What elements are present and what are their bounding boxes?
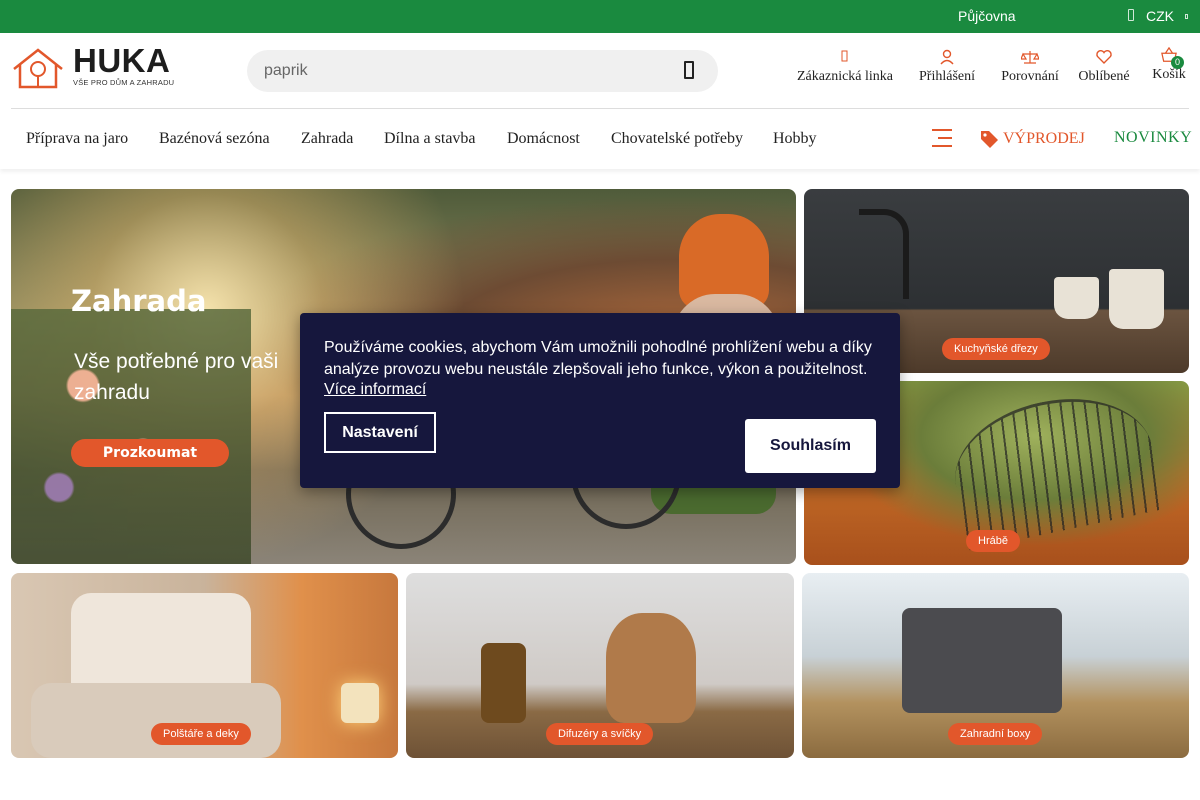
customer-support[interactable]: Zákaznická linka: [797, 49, 893, 85]
diffuser-bottle-image: [481, 643, 526, 723]
cart-count-badge: 0: [1171, 56, 1184, 69]
cookie-message: Používáme cookies, abychom Vám umožnili …: [324, 339, 872, 378]
currency-icon: [1128, 9, 1134, 21]
nav-item-household[interactable]: Domácnost: [507, 130, 580, 148]
favorites-label: Oblíbené: [1078, 69, 1130, 84]
nav-item-hobby[interactable]: Hobby: [773, 130, 817, 148]
tile-label-pillows: Polštáře a deky: [151, 723, 251, 745]
user-icon: [940, 49, 954, 65]
tile-label-sinks: Kuchyňské dřezy: [942, 338, 1050, 360]
login-label: Přihlášení: [919, 69, 975, 84]
cookie-more-info-link[interactable]: Více informací: [324, 381, 426, 399]
chevron-down-icon[interactable]: [1185, 14, 1188, 19]
tag-icon: [981, 131, 998, 148]
nav-item-spring[interactable]: Příprava na jaro: [26, 130, 128, 148]
nav-item-pool[interactable]: Bazénová sezóna: [159, 130, 270, 148]
tile-pillows[interactable]: Polštáře a deky: [11, 573, 398, 758]
tile-garden-boxes[interactable]: Zahradní boxy: [802, 573, 1189, 758]
heart-icon: [1096, 50, 1112, 64]
cookie-consent-dialog: Používáme cookies, abychom Vám umožnili …: [300, 313, 900, 488]
nav-item-pets[interactable]: Chovatelské potřeby: [611, 130, 743, 148]
tile-label-boxes: Zahradní boxy: [948, 723, 1043, 745]
explore-button[interactable]: Prozkoumat: [71, 439, 229, 467]
brand-tagline: VŠE PRO DŮM A ZAHRADU: [73, 78, 175, 87]
scales-icon: [1021, 51, 1039, 64]
search-bar: [247, 50, 718, 92]
tile-label-rakes: Hrábě: [966, 530, 1020, 552]
main-navigation: Příprava na jaro Bazénová sezóna Zahrada…: [0, 109, 1200, 169]
brand-name: HUKA: [73, 42, 171, 79]
compare-label: Porovnání: [1001, 69, 1059, 84]
currency-selector[interactable]: CZK: [1146, 8, 1174, 24]
support-label: Zákaznická linka: [797, 69, 894, 84]
rake-image: [942, 381, 1166, 551]
compare[interactable]: Porovnání: [1000, 49, 1060, 85]
login[interactable]: Přihlášení: [915, 49, 979, 85]
tile-diffusers[interactable]: Difuzéry a svíčky: [406, 573, 794, 758]
banner-subtitle: Vše potřebné pro vaši zahradu: [74, 350, 279, 404]
house-logo-icon: [13, 48, 63, 89]
diffuser-vase-image: [606, 613, 696, 723]
tile-label-diffusers: Difuzéry a svíčky: [546, 723, 654, 745]
menu-icon[interactable]: [932, 129, 952, 147]
top-bar: Půjčovna CZK: [0, 0, 1200, 33]
plant-pot: [1054, 277, 1099, 319]
search-input[interactable]: [264, 60, 664, 82]
sale-label: VÝPRODEJ: [1003, 130, 1085, 147]
cart[interactable]: Košík: [1146, 47, 1192, 83]
faucet-image: [859, 209, 909, 299]
cart-label: Košík: [1152, 67, 1186, 82]
phone-icon: [841, 50, 848, 62]
search-icon[interactable]: [684, 61, 694, 79]
banner-title: Zahrada: [71, 284, 207, 318]
cookie-agree-button[interactable]: Souhlasím: [745, 419, 876, 473]
garden-box-image: [902, 608, 1062, 713]
cookie-settings-button[interactable]: Nastavení: [324, 412, 436, 453]
rental-link[interactable]: Půjčovna: [958, 8, 1016, 24]
blanket-image: [31, 683, 281, 758]
nav-item-workshop[interactable]: Dílna a stavba: [384, 130, 476, 148]
nav-item-garden[interactable]: Zahrada: [301, 130, 353, 148]
header: HUKA VŠE PRO DŮM A ZAHRADU Zákaznická li…: [0, 33, 1200, 109]
plant-pot: [1109, 269, 1164, 329]
logo[interactable]: HUKA VŠE PRO DŮM A ZAHRADU: [11, 42, 176, 93]
new-products-link[interactable]: NOVINKY: [1114, 129, 1192, 147]
candle-image: [341, 683, 379, 723]
favorites[interactable]: Oblíbené: [1076, 49, 1132, 85]
